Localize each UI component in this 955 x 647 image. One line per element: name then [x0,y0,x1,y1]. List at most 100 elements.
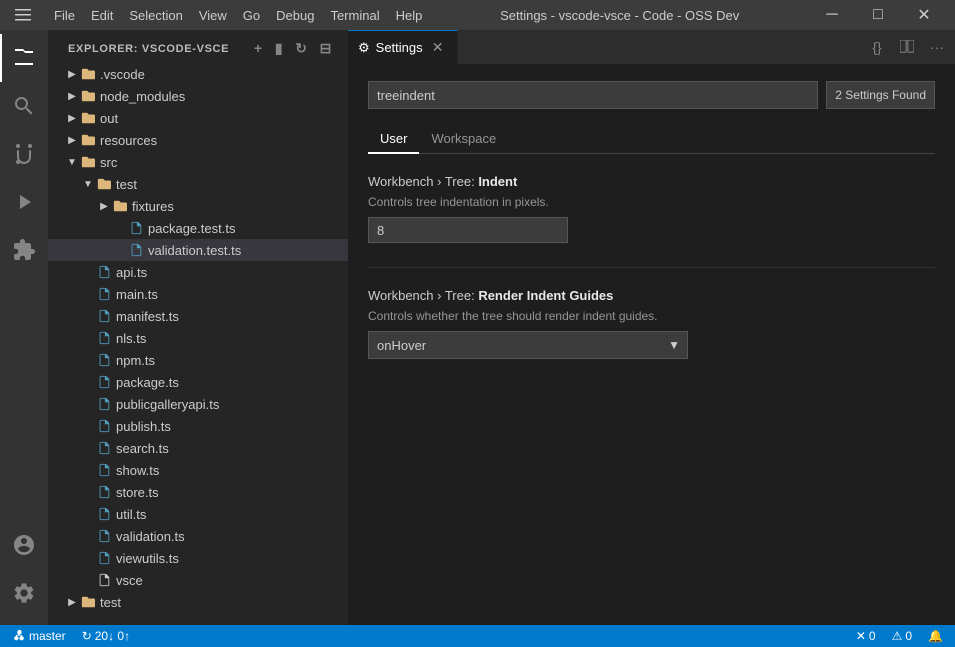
warnings-status[interactable]: ⚠ 0 [888,629,916,643]
tree-label: util.ts [116,507,146,522]
refresh-icon[interactable]: ↻ [291,38,311,59]
more-actions-button[interactable]: ··· [923,33,951,61]
tree-item-manifest-ts[interactable]: ▶ manifest.ts [48,305,348,327]
split-editor-button[interactable] [893,33,921,61]
status-bar-right: ✕ 0 ⚠ 0 🔔 [852,629,947,643]
tree-item-publicgalleryapi-ts[interactable]: ▶ publicgalleryapi.ts [48,393,348,415]
tree-item-validation-test-ts[interactable]: ▶ validation.test.ts [48,239,348,261]
file-icon [96,418,112,434]
tree-item-vscode[interactable]: ▶ .vscode [48,63,348,85]
file-icon [96,462,112,478]
source-control-activity-icon[interactable] [0,130,48,178]
tree-item-show-ts[interactable]: ▶ show.ts [48,459,348,481]
tree-label: store.ts [116,485,159,500]
settings-tabs: User Workspace [368,125,935,154]
tree-label: package.test.ts [148,221,235,236]
menu-view[interactable]: View [191,4,235,27]
setting-name-bold: Indent [478,174,517,189]
file-icon [96,374,112,390]
file-icon [128,220,144,236]
tree-item-util-ts[interactable]: ▶ util.ts [48,503,348,525]
menu-file[interactable]: File [46,4,83,27]
tree-label: validation.ts [116,529,185,544]
file-icon [96,572,112,588]
tree-item-publish-ts[interactable]: ▶ publish.ts [48,415,348,437]
tree-arrow: ▶ [96,198,112,214]
tree-item-test[interactable]: ▼ test [48,173,348,195]
tab-workspace[interactable]: Workspace [419,125,508,154]
errors-icon: ✕ [856,629,866,643]
menu-terminal[interactable]: Terminal [322,4,387,27]
sidebar-tree: ▶ .vscode ▶ node_modules ▶ out [48,63,348,625]
extensions-activity-icon[interactable] [0,226,48,274]
tree-label: publicgalleryapi.ts [116,397,219,412]
tree-item-out[interactable]: ▶ out [48,107,348,129]
tree-item-nls-ts[interactable]: ▶ nls.ts [48,327,348,349]
setting-indent-input[interactable] [368,217,568,243]
tree-item-validation-ts[interactable]: ▶ validation.ts [48,525,348,547]
tab-user[interactable]: User [368,125,419,154]
tree-label: .vscode [100,67,145,82]
tree-item-package-test-ts[interactable]: ▶ package.test.ts [48,217,348,239]
tree-label: src [100,155,117,170]
tree-item-resources[interactable]: ▶ resources [48,129,348,151]
warnings-count: 0 [905,629,912,643]
tree-item-node-modules[interactable]: ▶ node_modules [48,85,348,107]
tree-label: validation.test.ts [148,243,241,258]
tree-item-main-ts[interactable]: ▶ main.ts [48,283,348,305]
settings-gear-icon[interactable] [0,569,48,617]
new-folder-icon[interactable]: ▮ [271,38,287,59]
setting-indent-guides-select[interactable]: none onHover always [368,331,688,359]
file-icon [96,484,112,500]
setting-description-indent: Controls tree indentation in pixels. [368,195,935,209]
tree-arrow: ▶ [64,132,80,148]
menu-debug[interactable]: Debug [268,4,322,27]
tree-item-fixtures[interactable]: ▶ fixtures [48,195,348,217]
tree-item-src[interactable]: ▼ src [48,151,348,173]
sidebar-header-actions: + ▮ ↻ ⊟ [250,38,336,59]
tree-item-api-ts[interactable]: ▶ api.ts [48,261,348,283]
menu-go[interactable]: Go [235,4,268,27]
tab-settings[interactable]: ⚙ Settings ✕ [348,30,458,65]
errors-status[interactable]: ✕ 0 [852,629,880,643]
collapse-all-icon[interactable]: ⊟ [316,38,336,59]
close-button[interactable]: ✕ [901,0,947,30]
tree-item-viewutils-ts[interactable]: ▶ viewutils.ts [48,547,348,569]
menu-help[interactable]: Help [388,4,431,27]
tree-item-npm-ts[interactable]: ▶ npm.ts [48,349,348,371]
file-icon [96,264,112,280]
folder-icon [80,88,96,104]
menu-edit[interactable]: Edit [83,4,121,27]
accounts-activity-icon[interactable] [0,521,48,569]
tree-label: out [100,111,118,126]
file-icon [96,352,112,368]
tree-item-vsce[interactable]: ▶ vsce [48,569,348,591]
toggle-json-button[interactable]: {} [863,33,891,61]
new-file-icon[interactable]: + [250,38,267,59]
file-icon [96,396,112,412]
tree-arrow: ▼ [80,176,96,192]
tree-label: nls.ts [116,331,146,346]
notifications-status[interactable]: 🔔 [924,629,947,643]
tab-close-button[interactable]: ✕ [429,39,447,57]
title-bar-menu: File Edit Selection View Go Debug Termin… [46,4,430,27]
settings-search-input[interactable] [368,81,818,109]
tree-label: package.ts [116,375,179,390]
tree-item-test-root[interactable]: ▶ test [48,591,348,613]
sync-label: 20↓ 0↑ [95,629,130,643]
tree-item-search-ts[interactable]: ▶ search.ts [48,437,348,459]
explorer-activity-icon[interactable] [0,34,48,82]
sync-icon: ↻ [82,629,92,643]
search-activity-icon[interactable] [0,82,48,130]
maximize-button[interactable]: □ [855,0,901,30]
menu-selection[interactable]: Selection [121,4,190,27]
git-branch-status[interactable]: master [8,629,70,643]
run-activity-icon[interactable] [0,178,48,226]
minimize-button[interactable]: ─ [809,0,855,30]
title-bar: File Edit Selection View Go Debug Termin… [0,0,955,30]
sync-status[interactable]: ↻ 20↓ 0↑ [78,629,134,643]
tree-item-store-ts[interactable]: ▶ store.ts [48,481,348,503]
tree-item-package-ts[interactable]: ▶ package.ts [48,371,348,393]
search-result-count: 2 Settings Found [826,81,935,109]
hamburger-icon[interactable] [8,0,38,30]
